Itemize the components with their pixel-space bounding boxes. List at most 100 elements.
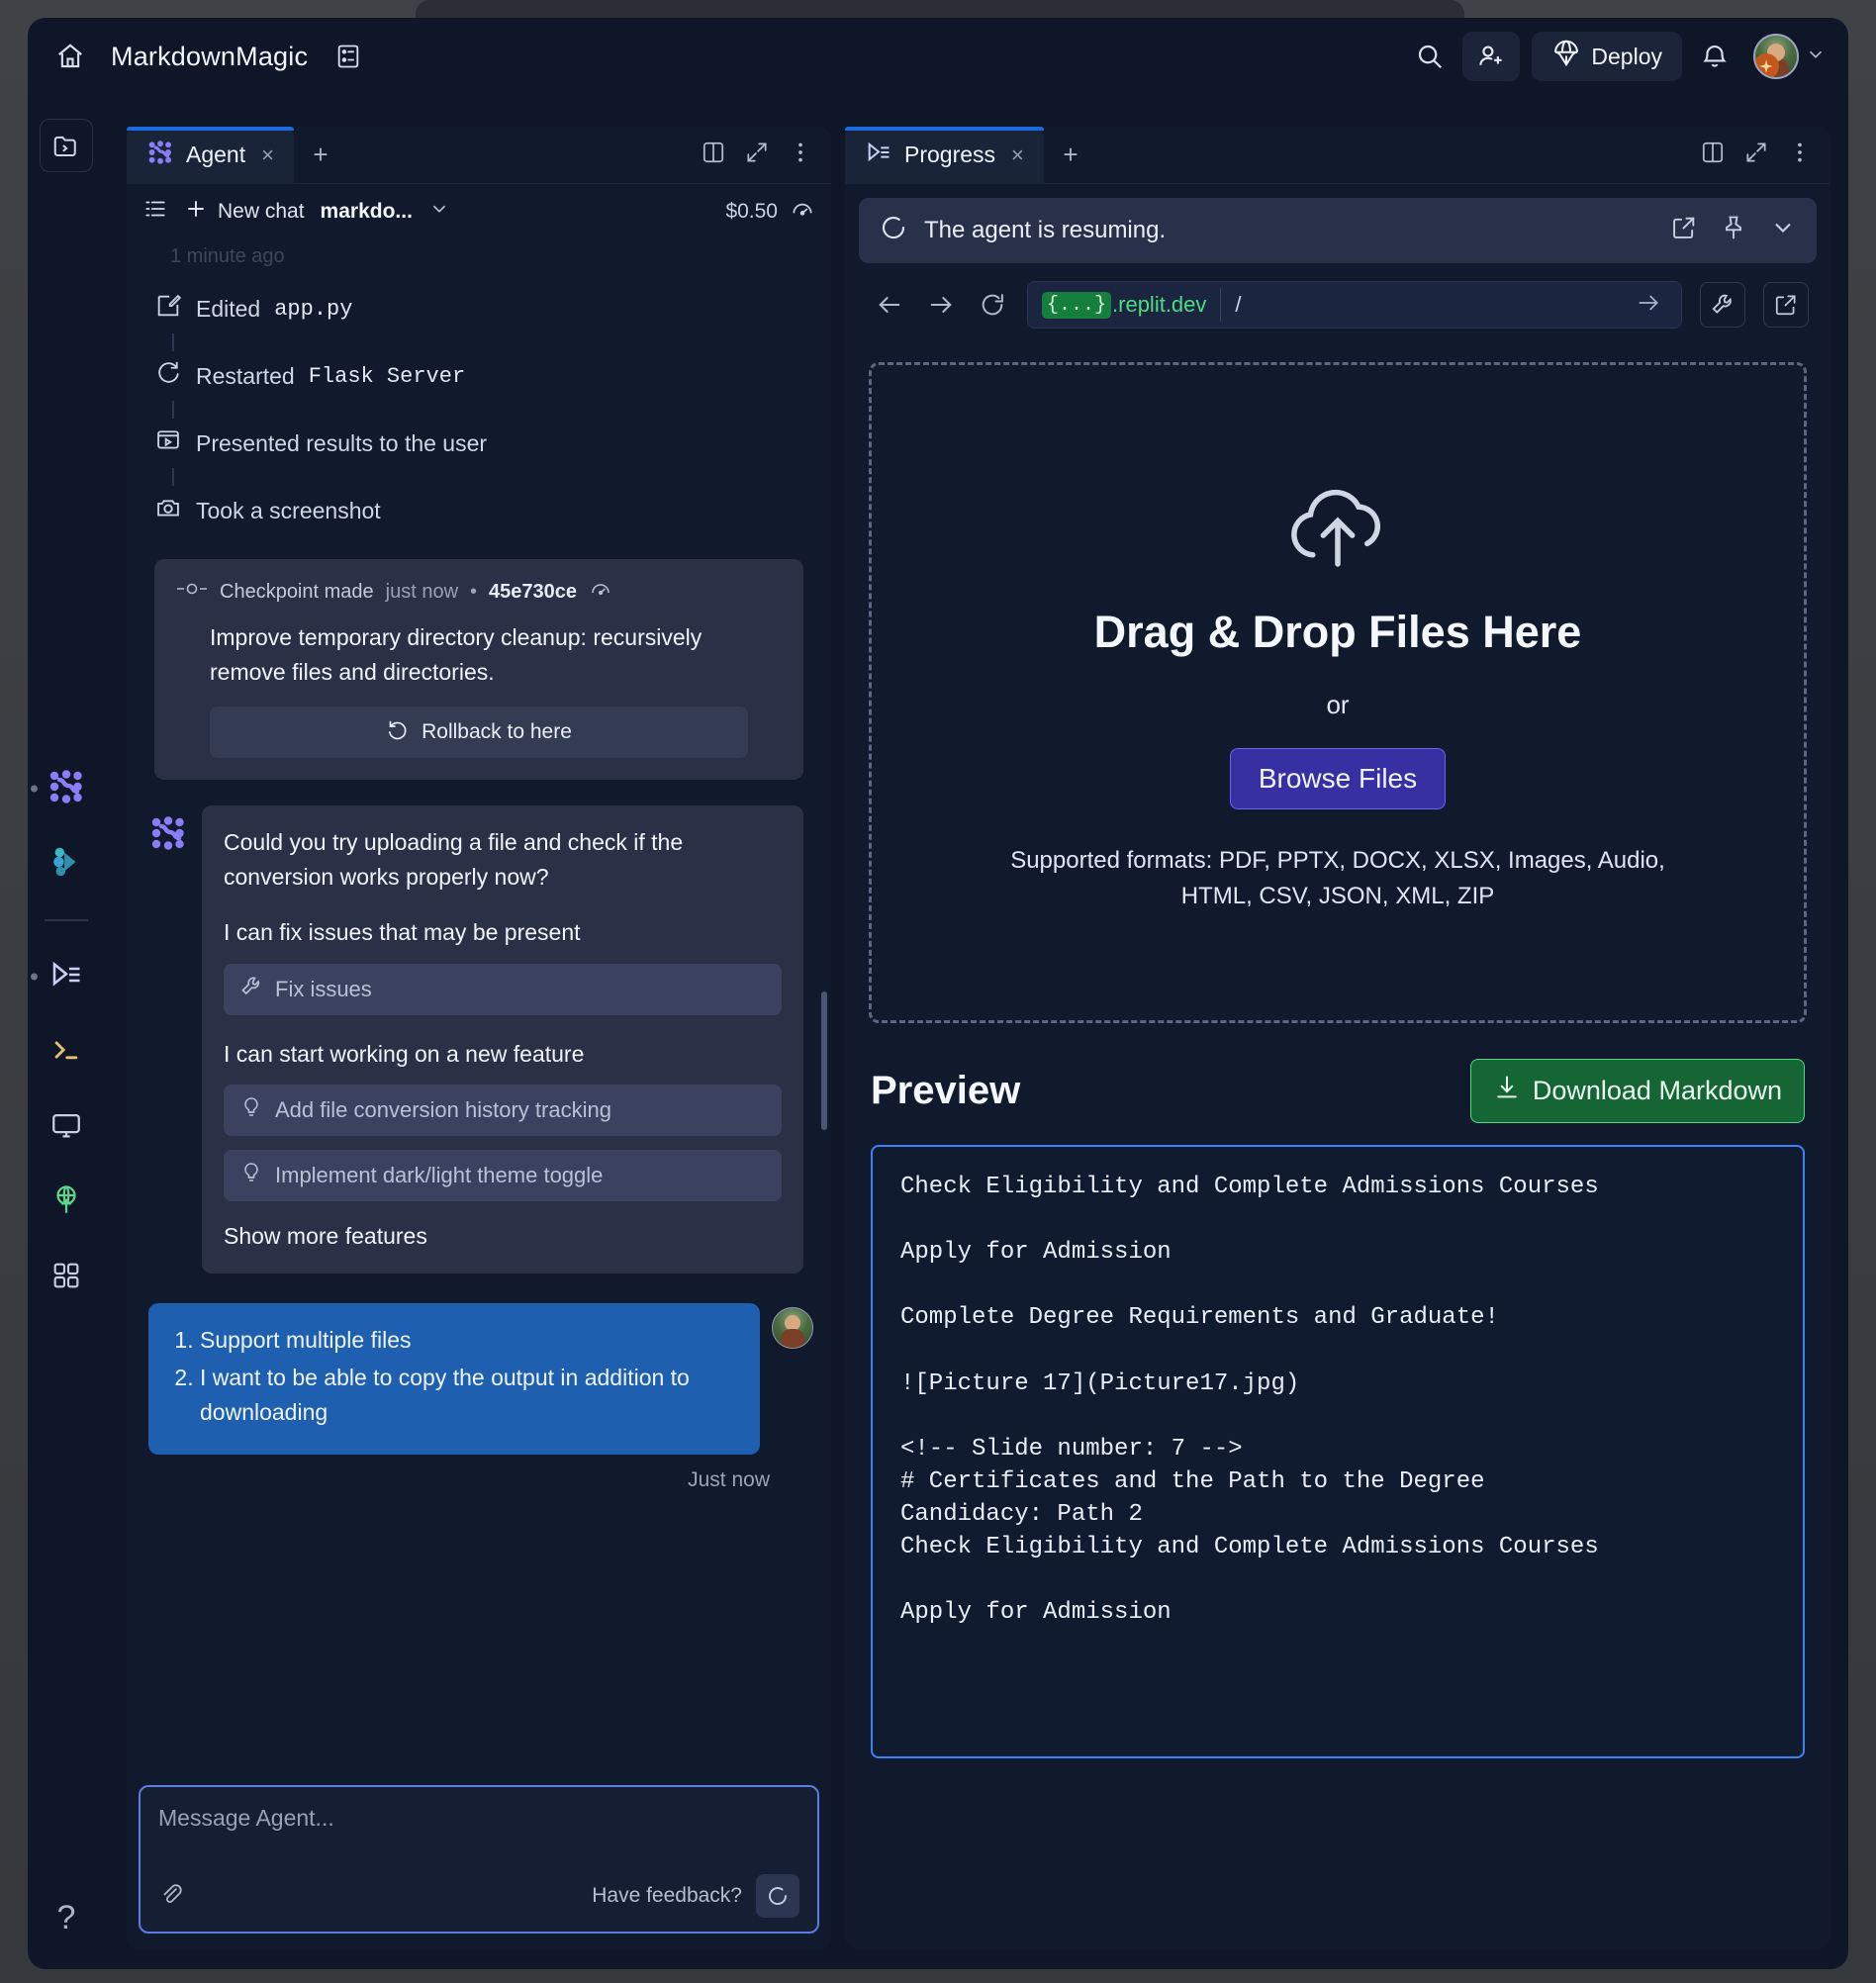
arrow-left-icon[interactable]: [873, 288, 906, 322]
dropzone-or: or: [1326, 690, 1350, 719]
timeline-connector: [172, 333, 174, 351]
checkpoint-time: just now: [385, 580, 459, 603]
account-menu[interactable]: [1753, 34, 1827, 79]
sidebar-item-agent[interactable]: [31, 765, 90, 812]
panels-icon[interactable]: [328, 36, 369, 77]
expand-icon[interactable]: [1743, 140, 1769, 170]
download-markdown-button[interactable]: Download Markdown: [1469, 1059, 1805, 1123]
checkpoint-hash[interactable]: 45e730ce: [489, 581, 577, 604]
show-more-features-button[interactable]: Show more features: [224, 1223, 782, 1250]
tab-agent[interactable]: Agent ×: [127, 127, 294, 183]
history-list-icon[interactable]: [142, 196, 168, 228]
message-composer[interactable]: Message Agent... Have feedback?: [139, 1785, 819, 1934]
close-icon[interactable]: ×: [261, 142, 274, 168]
paperclip-icon[interactable]: [158, 1881, 184, 1912]
markdown-code: Check Eligibility and Complete Admission…: [900, 1174, 1599, 1627]
active-dot: [31, 785, 38, 793]
arrow-right-icon[interactable]: [924, 288, 958, 322]
sidebar-item-workflows[interactable]: [43, 840, 90, 888]
timeline-item-restarted[interactable]: Restarted Flask Server: [154, 351, 813, 401]
present-icon: [154, 426, 182, 460]
files-icon[interactable]: [40, 119, 93, 172]
suggestion-label: Implement dark/light theme toggle: [275, 1163, 604, 1187]
timeline-item-presented[interactable]: Presented results to the user: [154, 419, 813, 468]
cost-label: $0.50: [725, 200, 778, 223]
chat-scrollbar[interactable]: [821, 992, 827, 1130]
gauge-icon[interactable]: [589, 577, 612, 607]
url-input[interactable]: {...} .replit.dev /: [1027, 281, 1682, 329]
timeline-mono: Flask Server: [308, 363, 466, 389]
timeline-connector: [172, 468, 174, 486]
message-input-placeholder[interactable]: Message Agent...: [158, 1805, 799, 1832]
model-selector-label[interactable]: markdo...: [321, 200, 413, 224]
more-vertical-icon[interactable]: [788, 140, 813, 170]
message-timestamp: Just now: [688, 1467, 770, 1491]
left-rail: ?: [28, 95, 105, 1969]
more-vertical-icon[interactable]: [1787, 140, 1813, 170]
suggestion-history-tracking[interactable]: Add file conversion history tracking: [224, 1085, 782, 1136]
timeline-connector: [172, 401, 174, 419]
deployments-icon: [49, 1183, 83, 1222]
split-pane-icon[interactable]: [701, 140, 726, 170]
timeline-item-screenshot[interactable]: Took a screenshot: [154, 486, 813, 535]
close-icon[interactable]: ×: [1011, 142, 1024, 168]
feedback-link[interactable]: Have feedback?: [592, 1884, 742, 1908]
open-external-icon[interactable]: [1670, 214, 1698, 248]
help-button[interactable]: ?: [43, 1894, 90, 1941]
download-icon: [1493, 1074, 1521, 1108]
sidebar-item-shell[interactable]: [43, 1028, 90, 1076]
agent-bubble: Could you try uploading a file and check…: [202, 805, 803, 1274]
devtools-button[interactable]: [1700, 282, 1745, 328]
preview-header: Preview Download Markdown: [871, 1059, 1805, 1123]
app-webview[interactable]: Drag & Drop Files Here or Browse Files S…: [859, 348, 1817, 1949]
file-dropzone[interactable]: Drag & Drop Files Here or Browse Files S…: [869, 362, 1807, 1023]
new-tab-button[interactable]: +: [294, 127, 347, 183]
sidebar-item-progress[interactable]: [31, 953, 90, 1000]
expand-icon[interactable]: [744, 140, 770, 170]
sidebar-item-apps[interactable]: [43, 1254, 90, 1301]
suggestion-theme-toggle[interactable]: Implement dark/light theme toggle: [224, 1150, 782, 1201]
sidebar-item-deployments[interactable]: [43, 1179, 90, 1226]
timeline-label: Edited: [196, 295, 261, 322]
home-icon[interactable]: [49, 36, 91, 77]
url-path[interactable]: /: [1235, 292, 1636, 318]
chevron-down-icon[interactable]: [1769, 214, 1797, 248]
split-pane-icon[interactable]: [1700, 140, 1726, 170]
timeline-item-edited[interactable]: Edited app.py: [154, 284, 813, 333]
list-item: I want to be able to copy the output in …: [200, 1361, 736, 1431]
add-user-icon[interactable]: [1462, 32, 1521, 81]
agent-tabstrip: Agent × +: [127, 127, 831, 184]
lightbulb-icon: [239, 1095, 263, 1125]
popout-button[interactable]: [1763, 282, 1809, 328]
chevron-down-icon[interactable]: [428, 198, 450, 226]
pin-icon[interactable]: [1720, 214, 1747, 248]
markdown-preview-box[interactable]: Check Eligibility and Complete Admission…: [871, 1145, 1805, 1758]
feature-heading: I can start working on a new feature: [224, 1040, 585, 1067]
usage-cost[interactable]: $0.50: [725, 196, 815, 228]
chevron-down-icon[interactable]: [1805, 44, 1827, 70]
bell-icon[interactable]: [1694, 36, 1735, 77]
timeline-label: Presented results to the user: [196, 429, 488, 456]
avatar[interactable]: [1753, 34, 1799, 79]
search-icon[interactable]: [1409, 36, 1451, 77]
rollback-label: Rollback to here: [422, 720, 572, 743]
url-go-icon[interactable]: [1636, 290, 1667, 321]
reload-icon[interactable]: [976, 288, 1009, 322]
sidebar-item-screen[interactable]: [43, 1103, 90, 1151]
list-item: Support multiple files: [200, 1323, 736, 1359]
deploy-button[interactable]: Deploy: [1532, 32, 1682, 81]
url-host-suffix: .replit.dev: [1112, 292, 1207, 317]
download-label: Download Markdown: [1532, 1076, 1782, 1105]
dropzone-title: Drag & Drop Files Here: [1093, 607, 1582, 657]
suggestion-fix-issues[interactable]: Fix issues: [224, 963, 782, 1015]
new-chat-button[interactable]: New chat: [184, 197, 305, 227]
stop-spinner-icon[interactable]: [756, 1874, 799, 1918]
new-tab-button[interactable]: +: [1044, 127, 1097, 183]
url-divider: [1220, 288, 1222, 322]
tab-progress[interactable]: Progress ×: [845, 127, 1044, 183]
preview-title: Preview: [871, 1069, 1021, 1112]
browse-files-button[interactable]: Browse Files: [1229, 748, 1447, 809]
cloud-upload-icon: [1283, 471, 1392, 585]
rollback-button[interactable]: Rollback to here: [210, 707, 748, 758]
chat-scroll-area[interactable]: 1 minute ago Edited app.py Restarted Fla…: [127, 239, 831, 1763]
